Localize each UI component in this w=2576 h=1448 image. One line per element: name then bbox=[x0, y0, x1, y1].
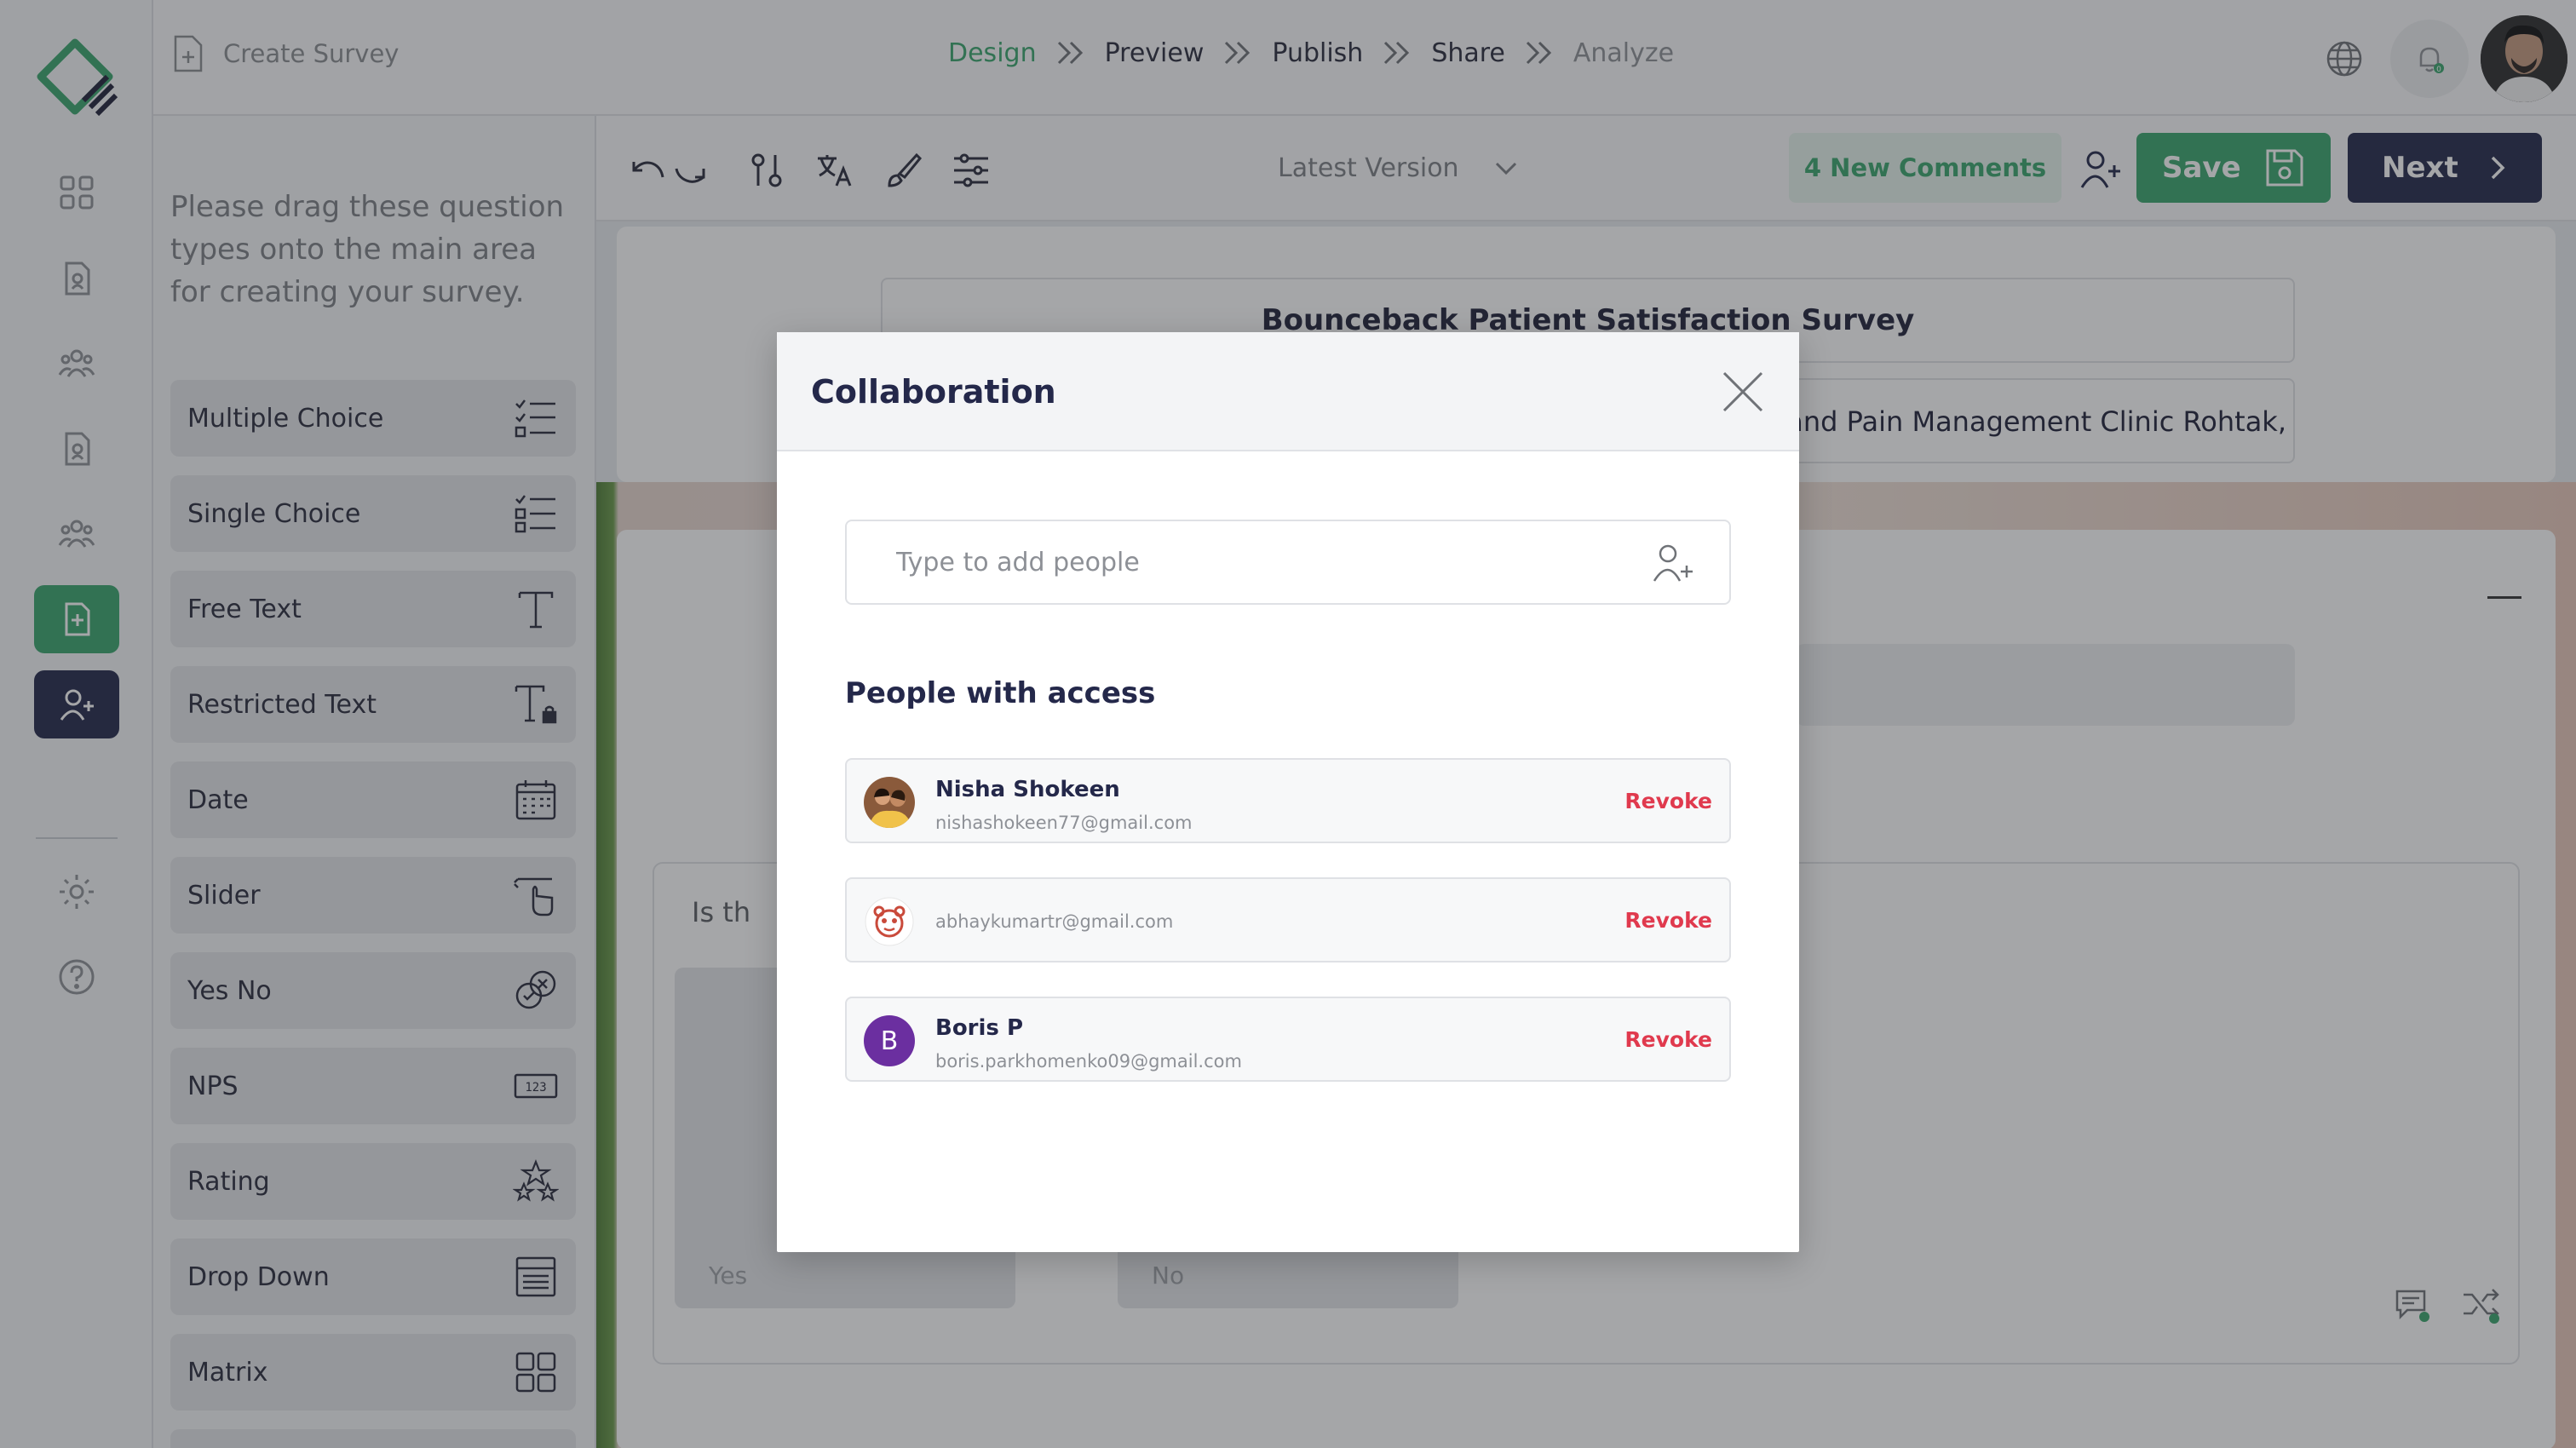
person-name: Boris P bbox=[935, 1015, 1023, 1041]
collaboration-modal: Collaboration People with access Nisha S… bbox=[777, 332, 1799, 1252]
person-email: nishashokeen77@gmail.com bbox=[935, 813, 1193, 833]
modal-title: Collaboration bbox=[811, 373, 1056, 411]
person-row: abhaykumartr@gmail.com Revoke bbox=[845, 877, 1731, 962]
people-with-access-title: People with access bbox=[845, 676, 1156, 710]
person-row: Nisha Shokeen nishashokeen77@gmail.com R… bbox=[845, 758, 1731, 843]
avatar bbox=[864, 777, 915, 828]
person-email: boris.parkhomenko09@gmail.com bbox=[935, 1051, 1242, 1072]
modal-header: Collaboration bbox=[777, 332, 1799, 451]
revoke-button[interactable]: Revoke bbox=[1624, 789, 1712, 813]
person-email: abhaykumartr@gmail.com bbox=[935, 911, 1174, 932]
avatar-initial: B bbox=[880, 1026, 899, 1056]
add-people-input[interactable] bbox=[845, 520, 1731, 605]
person-name: Nisha Shokeen bbox=[935, 777, 1120, 802]
avatar bbox=[864, 896, 915, 947]
add-person-icon[interactable] bbox=[1649, 540, 1695, 586]
revoke-button[interactable]: Revoke bbox=[1624, 908, 1712, 933]
close-icon[interactable] bbox=[1719, 368, 1767, 416]
avatar: B bbox=[864, 1015, 915, 1066]
revoke-button[interactable]: Revoke bbox=[1624, 1027, 1712, 1052]
person-row: B Boris P boris.parkhomenko09@gmail.com … bbox=[845, 997, 1731, 1082]
